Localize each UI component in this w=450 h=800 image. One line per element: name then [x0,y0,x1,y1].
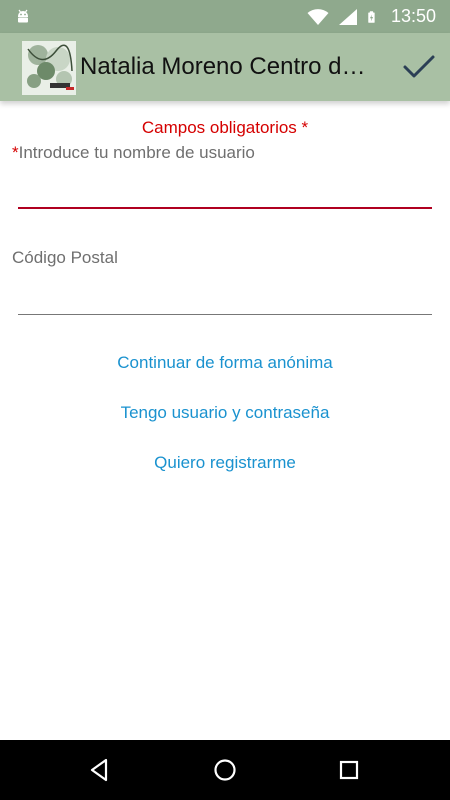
recents-button[interactable] [335,756,363,784]
status-bar: 13:50 [0,0,450,33]
postal-code-input[interactable] [18,273,432,315]
back-button[interactable] [86,756,114,784]
battery-charging-icon [368,10,375,23]
app-title: Natalia Moreno Centro d… [80,53,366,80]
home-icon [214,759,236,781]
confirm-button[interactable] [400,51,438,83]
recents-icon [339,760,359,780]
wifi-icon [307,8,329,25]
home-button[interactable] [211,756,239,784]
required-fields-note: Campos obligatorios * [141,118,309,137]
username-label: *Introduce tu nombre de usuario [12,143,255,163]
android-notification-icon [18,9,28,23]
register-link[interactable]: Quiero registrarme [0,453,450,473]
navigation-bar [0,740,450,800]
checkmark-icon [403,55,435,78]
username-input[interactable] [18,167,432,209]
back-icon [90,758,108,782]
have-account-link[interactable]: Tengo usuario y contraseña [0,403,450,423]
signal-icon [338,8,357,25]
clock: 13:50 [390,6,436,26]
required-marker: * [12,143,19,162]
postal-code-label: Código Postal [12,248,118,267]
app-bar: Natalia Moreno Centro d… [0,33,450,101]
continue-anonymous-link[interactable]: Continuar de forma anónima [0,353,450,373]
salon-logo-icon [22,41,76,95]
username-label-text: Introduce tu nombre de usuario [18,143,255,162]
